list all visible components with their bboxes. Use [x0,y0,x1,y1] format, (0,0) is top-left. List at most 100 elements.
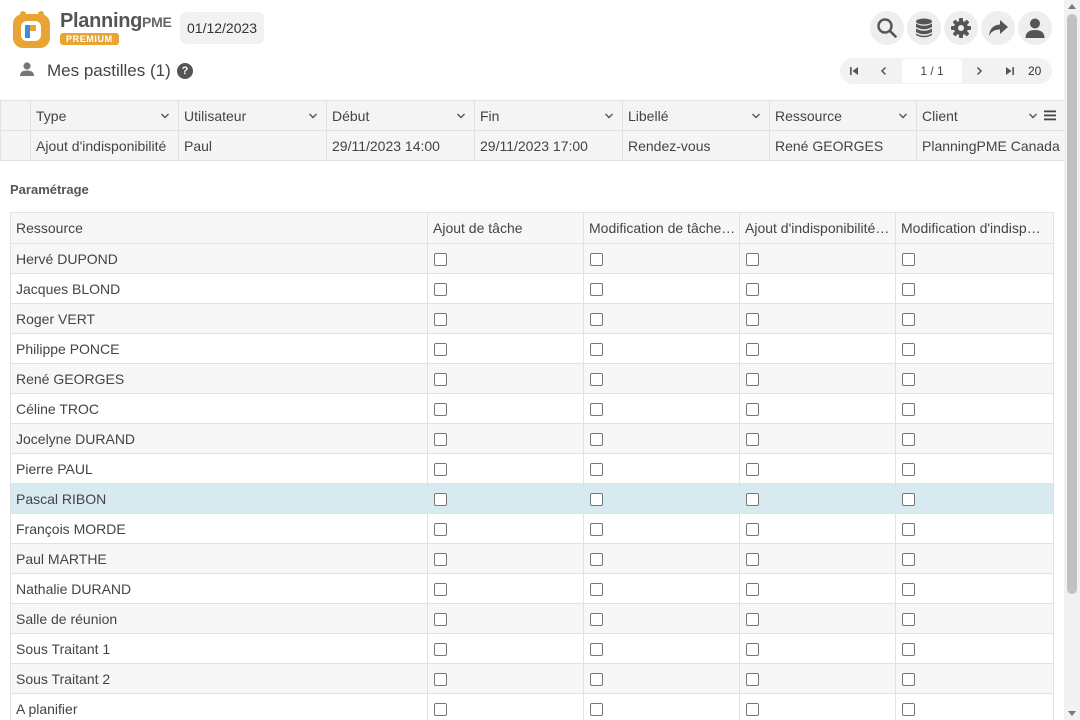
table-row[interactable]: Nathalie DURAND [10,573,1054,604]
column-header[interactable]: Début [326,100,475,131]
vertical-scrollbar[interactable] [1064,0,1080,720]
permission-checkbox[interactable] [590,673,603,687]
next-page-button[interactable] [971,63,987,79]
scroll-down-arrow[interactable] [1068,711,1076,716]
permission-checkbox[interactable] [902,703,915,717]
column-header[interactable]: Modification d'indisp… [895,212,1054,244]
permission-checkbox[interactable] [434,403,447,417]
table-row[interactable]: Pierre PAUL [10,453,1054,484]
permission-checkbox[interactable] [746,493,759,507]
permission-checkbox[interactable] [590,343,603,357]
planningpme-logo[interactable]: PlanningPME PREMIUM [12,8,172,50]
table-row[interactable]: Jacques BLOND [10,273,1054,304]
permission-checkbox[interactable] [434,703,447,717]
permission-checkbox[interactable] [902,673,915,687]
permission-checkbox[interactable] [434,313,447,327]
column-header[interactable]: Ressource [769,100,917,131]
permission-checkbox[interactable] [902,493,915,507]
permission-checkbox[interactable] [590,373,603,387]
chevron-down-icon[interactable] [1028,111,1038,121]
column-menu-icon[interactable] [1044,109,1056,121]
permission-checkbox[interactable] [902,373,915,387]
permission-checkbox[interactable] [746,403,759,417]
table-row[interactable]: Salle de réunion [10,603,1054,634]
page-number-input[interactable]: 1 / 1 [902,59,962,83]
column-header[interactable]: Modification de tâche… [583,212,740,244]
permission-checkbox[interactable] [434,553,447,567]
permission-checkbox[interactable] [746,583,759,597]
scrollbar-thumb[interactable] [1067,14,1077,594]
permission-checkbox[interactable] [902,643,915,657]
settings-button[interactable] [944,11,978,45]
permission-checkbox[interactable] [434,523,447,537]
permission-checkbox[interactable] [746,283,759,297]
permission-checkbox[interactable] [434,373,447,387]
permission-checkbox[interactable] [902,553,915,567]
permission-checkbox[interactable] [434,253,447,267]
permission-checkbox[interactable] [902,253,915,267]
permission-checkbox[interactable] [746,313,759,327]
table-row[interactable]: Céline TROC [10,393,1054,424]
permission-checkbox[interactable] [746,643,759,657]
permission-checkbox[interactable] [746,343,759,357]
permission-checkbox[interactable] [902,523,915,537]
column-header[interactable]: Fin [474,100,623,131]
permission-checkbox[interactable] [590,523,603,537]
table-row[interactable]: Ajout d'indisponibilité Paul 29/11/2023 14… [0,130,1065,161]
scroll-up-arrow[interactable] [1068,4,1076,9]
search-button[interactable] [870,11,904,45]
table-row[interactable]: Sous Traitant 2 [10,663,1054,694]
permission-checkbox[interactable] [902,613,915,627]
permission-checkbox[interactable] [434,493,447,507]
chevron-down-icon[interactable] [898,111,908,121]
permission-checkbox[interactable] [746,553,759,567]
column-header[interactable]: Client [916,100,1065,131]
permission-checkbox[interactable] [590,283,603,297]
previous-page-button[interactable] [876,63,892,79]
table-row[interactable]: François MORDE [10,513,1054,544]
column-header[interactable]: Type [30,100,179,131]
table-row[interactable]: Jocelyne DURAND [10,423,1054,454]
permission-checkbox[interactable] [590,583,603,597]
first-page-button[interactable] [846,63,862,79]
current-date-field[interactable]: 01/12/2023 [180,12,265,44]
permission-checkbox[interactable] [902,313,915,327]
table-row[interactable]: Pascal RIBON [10,483,1054,514]
permission-checkbox[interactable] [590,463,603,477]
column-header[interactable]: Utilisateur [178,100,327,131]
chevron-down-icon[interactable] [456,111,466,121]
permission-checkbox[interactable] [590,433,603,447]
permission-checkbox[interactable] [590,643,603,657]
last-page-button[interactable] [1002,63,1018,79]
permission-checkbox[interactable] [434,463,447,477]
permission-checkbox[interactable] [902,463,915,477]
permission-checkbox[interactable] [590,313,603,327]
permission-checkbox[interactable] [434,583,447,597]
permission-checkbox[interactable] [434,673,447,687]
permission-checkbox[interactable] [590,553,603,567]
column-header[interactable]: Libellé [622,100,770,131]
table-row[interactable]: Sous Traitant 1 [10,633,1054,664]
permission-checkbox[interactable] [590,493,603,507]
chevron-down-icon[interactable] [604,111,614,121]
permission-checkbox[interactable] [746,673,759,687]
chevron-down-icon[interactable] [308,111,318,121]
permission-checkbox[interactable] [590,403,603,417]
database-button[interactable] [907,11,941,45]
permission-checkbox[interactable] [434,613,447,627]
account-button[interactable] [1018,11,1052,45]
permission-checkbox[interactable] [434,343,447,357]
table-row[interactable]: René GEORGES [10,363,1054,394]
chevron-down-icon[interactable] [160,111,170,121]
table-row[interactable]: Philippe PONCE [10,333,1054,364]
permission-checkbox[interactable] [746,253,759,267]
permission-checkbox[interactable] [746,523,759,537]
share-button[interactable] [981,11,1015,45]
permission-checkbox[interactable] [902,583,915,597]
column-header[interactable]: Ressource [10,212,428,244]
permission-checkbox[interactable] [590,613,603,627]
permission-checkbox[interactable] [746,463,759,477]
row-select-cell[interactable] [0,130,31,161]
column-header[interactable]: Ajout d'indisponibilité… [739,212,896,244]
permission-checkbox[interactable] [746,703,759,717]
